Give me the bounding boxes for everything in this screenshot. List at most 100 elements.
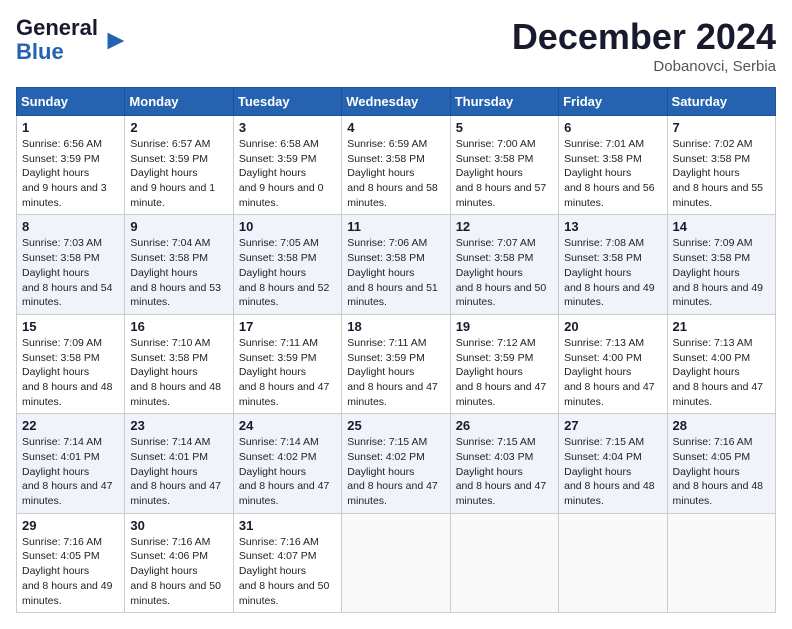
day-number: 17 bbox=[239, 319, 336, 334]
calendar-cell bbox=[667, 513, 775, 612]
calendar-cell: 3 Sunrise: 6:58 AM Sunset: 3:59 PM Dayli… bbox=[233, 116, 341, 215]
day-number: 9 bbox=[130, 219, 227, 234]
calendar-cell: 16 Sunrise: 7:10 AM Sunset: 3:58 PM Dayl… bbox=[125, 314, 233, 413]
calendar-cell: 9 Sunrise: 7:04 AM Sunset: 3:58 PM Dayli… bbox=[125, 215, 233, 314]
day-info: Sunrise: 7:08 AM Sunset: 3:58 PM Dayligh… bbox=[564, 236, 661, 309]
calendar-cell: 17 Sunrise: 7:11 AM Sunset: 3:59 PM Dayl… bbox=[233, 314, 341, 413]
day-number: 18 bbox=[347, 319, 444, 334]
day-info: Sunrise: 7:10 AM Sunset: 3:58 PM Dayligh… bbox=[130, 336, 227, 409]
calendar-cell: 21 Sunrise: 7:13 AM Sunset: 4:00 PM Dayl… bbox=[667, 314, 775, 413]
day-number: 23 bbox=[130, 418, 227, 433]
title-block: December 2024 Dobanovci, Serbia bbox=[512, 16, 776, 75]
calendar-cell: 12 Sunrise: 7:07 AM Sunset: 3:58 PM Dayl… bbox=[450, 215, 558, 314]
day-number: 25 bbox=[347, 418, 444, 433]
day-number: 16 bbox=[130, 319, 227, 334]
calendar-cell: 27 Sunrise: 7:15 AM Sunset: 4:04 PM Dayl… bbox=[559, 414, 667, 513]
day-number: 3 bbox=[239, 120, 336, 135]
day-info: Sunrise: 7:13 AM Sunset: 4:00 PM Dayligh… bbox=[564, 336, 661, 409]
calendar-cell: 29 Sunrise: 7:16 AM Sunset: 4:05 PM Dayl… bbox=[17, 513, 125, 612]
weekday-header-friday: Friday bbox=[559, 88, 667, 116]
day-info: Sunrise: 7:09 AM Sunset: 3:58 PM Dayligh… bbox=[22, 336, 119, 409]
calendar-table: SundayMondayTuesdayWednesdayThursdayFrid… bbox=[16, 87, 776, 613]
day-info: Sunrise: 7:16 AM Sunset: 4:05 PM Dayligh… bbox=[22, 535, 119, 608]
day-number: 29 bbox=[22, 518, 119, 533]
day-info: Sunrise: 7:16 AM Sunset: 4:07 PM Dayligh… bbox=[239, 535, 336, 608]
day-info: Sunrise: 6:57 AM Sunset: 3:59 PM Dayligh… bbox=[130, 137, 227, 210]
calendar-cell: 4 Sunrise: 6:59 AM Sunset: 3:58 PM Dayli… bbox=[342, 116, 450, 215]
day-info: Sunrise: 7:13 AM Sunset: 4:00 PM Dayligh… bbox=[673, 336, 770, 409]
day-number: 19 bbox=[456, 319, 553, 334]
day-info: Sunrise: 7:00 AM Sunset: 3:58 PM Dayligh… bbox=[456, 137, 553, 210]
calendar-cell bbox=[342, 513, 450, 612]
calendar-cell: 26 Sunrise: 7:15 AM Sunset: 4:03 PM Dayl… bbox=[450, 414, 558, 513]
day-number: 12 bbox=[456, 219, 553, 234]
calendar-cell bbox=[450, 513, 558, 612]
day-number: 20 bbox=[564, 319, 661, 334]
calendar-cell: 23 Sunrise: 7:14 AM Sunset: 4:01 PM Dayl… bbox=[125, 414, 233, 513]
day-info: Sunrise: 7:07 AM Sunset: 3:58 PM Dayligh… bbox=[456, 236, 553, 309]
day-number: 26 bbox=[456, 418, 553, 433]
day-number: 13 bbox=[564, 219, 661, 234]
day-info: Sunrise: 7:11 AM Sunset: 3:59 PM Dayligh… bbox=[347, 336, 444, 409]
day-number: 27 bbox=[564, 418, 661, 433]
day-info: Sunrise: 7:04 AM Sunset: 3:58 PM Dayligh… bbox=[130, 236, 227, 309]
weekday-header-wednesday: Wednesday bbox=[342, 88, 450, 116]
calendar-cell: 18 Sunrise: 7:11 AM Sunset: 3:59 PM Dayl… bbox=[342, 314, 450, 413]
day-number: 15 bbox=[22, 319, 119, 334]
calendar-cell: 19 Sunrise: 7:12 AM Sunset: 3:59 PM Dayl… bbox=[450, 314, 558, 413]
location: Dobanovci, Serbia bbox=[512, 58, 776, 75]
day-number: 8 bbox=[22, 219, 119, 234]
day-number: 1 bbox=[22, 120, 119, 135]
weekday-header-sunday: Sunday bbox=[17, 88, 125, 116]
calendar-cell: 11 Sunrise: 7:06 AM Sunset: 3:58 PM Dayl… bbox=[342, 215, 450, 314]
day-info: Sunrise: 7:06 AM Sunset: 3:58 PM Dayligh… bbox=[347, 236, 444, 309]
calendar-cell: 31 Sunrise: 7:16 AM Sunset: 4:07 PM Dayl… bbox=[233, 513, 341, 612]
calendar-cell: 22 Sunrise: 7:14 AM Sunset: 4:01 PM Dayl… bbox=[17, 414, 125, 513]
calendar-cell: 1 Sunrise: 6:56 AM Sunset: 3:59 PM Dayli… bbox=[17, 116, 125, 215]
day-info: Sunrise: 7:02 AM Sunset: 3:58 PM Dayligh… bbox=[673, 137, 770, 210]
day-info: Sunrise: 6:56 AM Sunset: 3:59 PM Dayligh… bbox=[22, 137, 119, 210]
day-info: Sunrise: 7:16 AM Sunset: 4:05 PM Dayligh… bbox=[673, 435, 770, 508]
day-info: Sunrise: 7:01 AM Sunset: 3:58 PM Dayligh… bbox=[564, 137, 661, 210]
calendar-cell: 5 Sunrise: 7:00 AM Sunset: 3:58 PM Dayli… bbox=[450, 116, 558, 215]
day-info: Sunrise: 6:59 AM Sunset: 3:58 PM Dayligh… bbox=[347, 137, 444, 210]
calendar-cell: 10 Sunrise: 7:05 AM Sunset: 3:58 PM Dayl… bbox=[233, 215, 341, 314]
day-number: 24 bbox=[239, 418, 336, 433]
day-number: 10 bbox=[239, 219, 336, 234]
page-header: General Blue ► December 2024 Dobanovci, … bbox=[16, 16, 776, 75]
day-number: 7 bbox=[673, 120, 770, 135]
day-info: Sunrise: 7:03 AM Sunset: 3:58 PM Dayligh… bbox=[22, 236, 119, 309]
calendar-cell: 28 Sunrise: 7:16 AM Sunset: 4:05 PM Dayl… bbox=[667, 414, 775, 513]
day-info: Sunrise: 7:09 AM Sunset: 3:58 PM Dayligh… bbox=[673, 236, 770, 309]
day-info: Sunrise: 7:14 AM Sunset: 4:01 PM Dayligh… bbox=[22, 435, 119, 508]
calendar-cell: 8 Sunrise: 7:03 AM Sunset: 3:58 PM Dayli… bbox=[17, 215, 125, 314]
weekday-header-monday: Monday bbox=[125, 88, 233, 116]
day-number: 21 bbox=[673, 319, 770, 334]
day-info: Sunrise: 6:58 AM Sunset: 3:59 PM Dayligh… bbox=[239, 137, 336, 210]
day-number: 22 bbox=[22, 418, 119, 433]
month-title: December 2024 bbox=[512, 16, 776, 58]
weekday-header-thursday: Thursday bbox=[450, 88, 558, 116]
day-number: 5 bbox=[456, 120, 553, 135]
weekday-header-saturday: Saturday bbox=[667, 88, 775, 116]
calendar-cell: 25 Sunrise: 7:15 AM Sunset: 4:02 PM Dayl… bbox=[342, 414, 450, 513]
day-number: 14 bbox=[673, 219, 770, 234]
calendar-cell: 13 Sunrise: 7:08 AM Sunset: 3:58 PM Dayl… bbox=[559, 215, 667, 314]
day-number: 30 bbox=[130, 518, 227, 533]
day-number: 6 bbox=[564, 120, 661, 135]
calendar-cell bbox=[559, 513, 667, 612]
day-number: 11 bbox=[347, 219, 444, 234]
day-number: 31 bbox=[239, 518, 336, 533]
logo-text: General bbox=[16, 15, 98, 40]
day-info: Sunrise: 7:15 AM Sunset: 4:02 PM Dayligh… bbox=[347, 435, 444, 508]
calendar-cell: 2 Sunrise: 6:57 AM Sunset: 3:59 PM Dayli… bbox=[125, 116, 233, 215]
day-number: 4 bbox=[347, 120, 444, 135]
day-info: Sunrise: 7:12 AM Sunset: 3:59 PM Dayligh… bbox=[456, 336, 553, 409]
calendar-cell: 7 Sunrise: 7:02 AM Sunset: 3:58 PM Dayli… bbox=[667, 116, 775, 215]
logo-bird-icon: ► bbox=[102, 26, 130, 54]
day-info: Sunrise: 7:15 AM Sunset: 4:04 PM Dayligh… bbox=[564, 435, 661, 508]
calendar-cell: 24 Sunrise: 7:14 AM Sunset: 4:02 PM Dayl… bbox=[233, 414, 341, 513]
day-info: Sunrise: 7:14 AM Sunset: 4:01 PM Dayligh… bbox=[130, 435, 227, 508]
calendar-cell: 14 Sunrise: 7:09 AM Sunset: 3:58 PM Dayl… bbox=[667, 215, 775, 314]
day-info: Sunrise: 7:14 AM Sunset: 4:02 PM Dayligh… bbox=[239, 435, 336, 508]
